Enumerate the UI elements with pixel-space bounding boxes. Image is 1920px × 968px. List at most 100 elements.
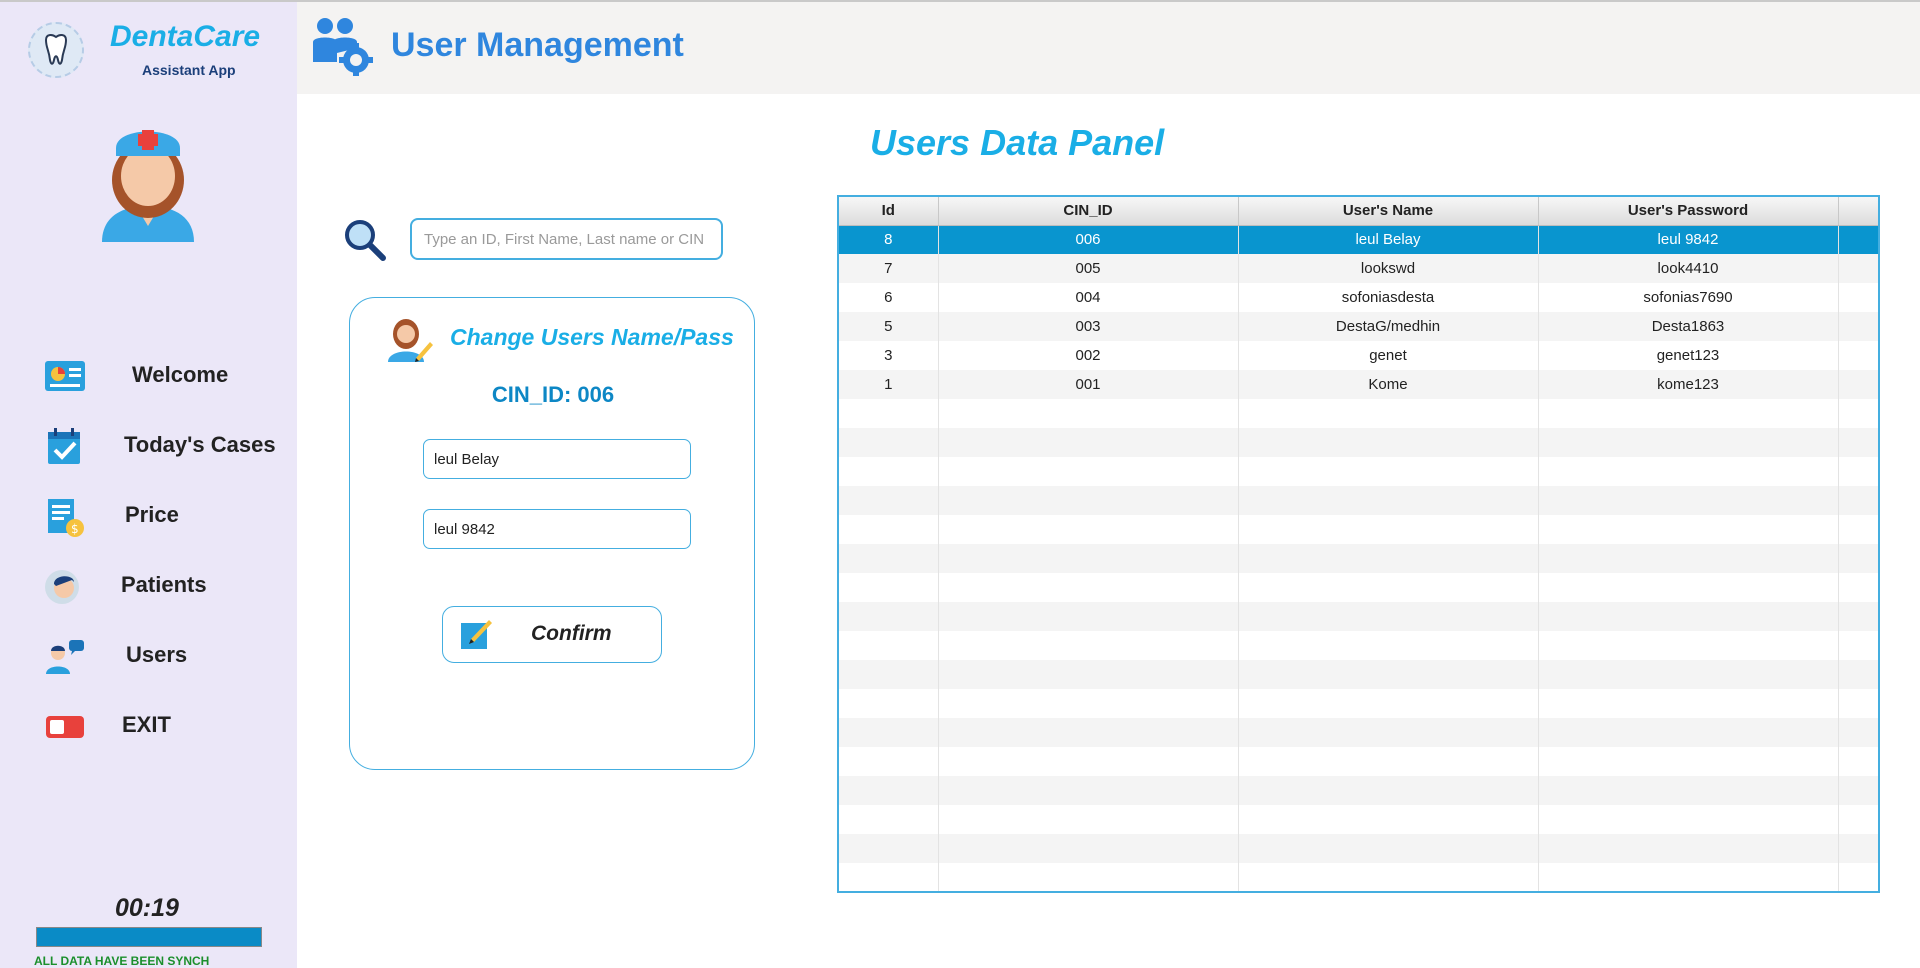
username-field[interactable] — [423, 439, 691, 479]
table-empty-row[interactable] — [839, 805, 1878, 834]
table-cell — [1238, 573, 1539, 602]
search-input[interactable] — [410, 218, 723, 260]
table-cell: genet — [1238, 341, 1539, 370]
table-cell: 7 — [839, 254, 939, 283]
table-cell — [1238, 428, 1539, 457]
nav-item-todays-cases[interactable]: Today's Cases — [0, 420, 297, 472]
table-cell: 004 — [938, 283, 1239, 312]
table-cell — [1538, 515, 1839, 544]
table-cell — [938, 660, 1239, 689]
password-field[interactable] — [423, 509, 691, 549]
table-cell: leul 9842 — [1538, 225, 1839, 254]
session-timer: 00:19 — [115, 894, 179, 922]
nav-item-exit[interactable]: EXIT — [0, 700, 297, 752]
table-cell: lookswd — [1238, 254, 1539, 283]
table-empty-row[interactable] — [839, 602, 1878, 631]
table-row[interactable]: 3 002 genet genet123 — [839, 341, 1878, 370]
table-cell — [1538, 428, 1839, 457]
column-header-user-password[interactable]: User's Password — [1538, 197, 1839, 226]
table-row[interactable]: 5 003 DestaG/medhin Desta1863 — [839, 312, 1878, 341]
table-cell — [1838, 225, 1878, 254]
table-cell — [1538, 544, 1839, 573]
table-empty-row[interactable] — [839, 457, 1878, 486]
table-cell — [1538, 457, 1839, 486]
table-cell — [839, 515, 939, 544]
table-cell — [1538, 747, 1839, 776]
nav-item-patients[interactable]: Patients — [0, 560, 297, 612]
nav-label-patients: Patients — [121, 572, 207, 597]
table-row[interactable]: 1 001 Kome kome123 — [839, 370, 1878, 399]
table-cell — [938, 573, 1239, 602]
table-cell — [1838, 254, 1878, 283]
sidebar: DentaCare Assistant App Welcome Today's … — [0, 2, 297, 968]
table-cell — [1538, 689, 1839, 718]
table-empty-row[interactable] — [839, 573, 1878, 602]
brand-subtitle: Assistant App — [142, 62, 236, 78]
table-empty-row[interactable] — [839, 689, 1878, 718]
table-cell — [1838, 312, 1878, 341]
column-header-cin-id[interactable]: CIN_ID — [938, 197, 1239, 226]
search-icon[interactable] — [343, 218, 387, 262]
table-cell — [839, 776, 939, 805]
table-cell — [839, 805, 939, 834]
table-cell — [938, 515, 1239, 544]
table-cell — [938, 863, 1239, 891]
table-cell — [839, 718, 939, 747]
table-cell — [839, 863, 939, 891]
calendar-check-icon — [44, 428, 86, 464]
change-user-card: Change Users Name/Pass CIN_ID: 006 Confi… — [349, 297, 755, 770]
table-empty-row[interactable] — [839, 834, 1878, 863]
table-cell — [938, 718, 1239, 747]
table-empty-row[interactable] — [839, 486, 1878, 515]
table-cell — [839, 660, 939, 689]
table-cell — [1538, 834, 1839, 863]
table-cell — [1238, 805, 1539, 834]
table-cell — [938, 457, 1239, 486]
table-empty-row[interactable] — [839, 747, 1878, 776]
column-header-user-name[interactable]: User's Name — [1238, 197, 1539, 226]
table-empty-row[interactable] — [839, 428, 1878, 457]
table-cell — [1238, 689, 1539, 718]
nav-label-users: Users — [126, 642, 188, 667]
table-empty-row[interactable] — [839, 863, 1878, 891]
nav-item-price[interactable]: $ Price — [0, 490, 297, 542]
table-cell: leul Belay — [1238, 225, 1539, 254]
table-empty-row[interactable] — [839, 718, 1878, 747]
table-cell — [839, 486, 939, 515]
table-empty-row[interactable] — [839, 660, 1878, 689]
table-cell — [1538, 399, 1839, 428]
table-empty-row[interactable] — [839, 399, 1878, 428]
table-empty-row[interactable] — [839, 776, 1878, 805]
card-title: Change Users Name/Pass — [450, 324, 734, 350]
table-cell — [1838, 863, 1878, 891]
nav-item-welcome[interactable]: Welcome — [0, 350, 297, 402]
column-header-id[interactable]: Id — [839, 197, 939, 226]
table-cell: sofonias7690 — [1538, 283, 1839, 312]
table-cell — [1838, 573, 1878, 602]
confirm-button[interactable]: Confirm — [442, 606, 662, 663]
nav-label-exit: EXIT — [122, 712, 171, 737]
table-cell — [1838, 631, 1878, 660]
table-cell — [1838, 776, 1878, 805]
table-row[interactable]: 7 005 lookswd look4410 — [839, 254, 1878, 283]
table-empty-row[interactable] — [839, 631, 1878, 660]
table-empty-row[interactable] — [839, 544, 1878, 573]
table-cell — [1238, 776, 1539, 805]
table-cell: Desta1863 — [1538, 312, 1839, 341]
patient-icon — [44, 568, 86, 604]
table-cell — [938, 834, 1239, 863]
table-cell — [839, 573, 939, 602]
page-header: User Management — [297, 2, 1920, 94]
table-empty-row[interactable] — [839, 515, 1878, 544]
nav-item-users[interactable]: Users — [0, 630, 297, 682]
table-cell — [1838, 660, 1878, 689]
table-row[interactable]: 8 006 leul Belay leul 9842 — [839, 225, 1878, 254]
table-cell: sofoniasdesta — [1238, 283, 1539, 312]
table-cell — [1838, 399, 1878, 428]
table-cell — [1838, 486, 1878, 515]
table-cell — [1538, 718, 1839, 747]
table-row[interactable]: 6 004 sofoniasdesta sofonias7690 — [839, 283, 1878, 312]
table-cell — [1838, 747, 1878, 776]
sync-progress-bar — [36, 927, 262, 947]
table-cell — [839, 544, 939, 573]
